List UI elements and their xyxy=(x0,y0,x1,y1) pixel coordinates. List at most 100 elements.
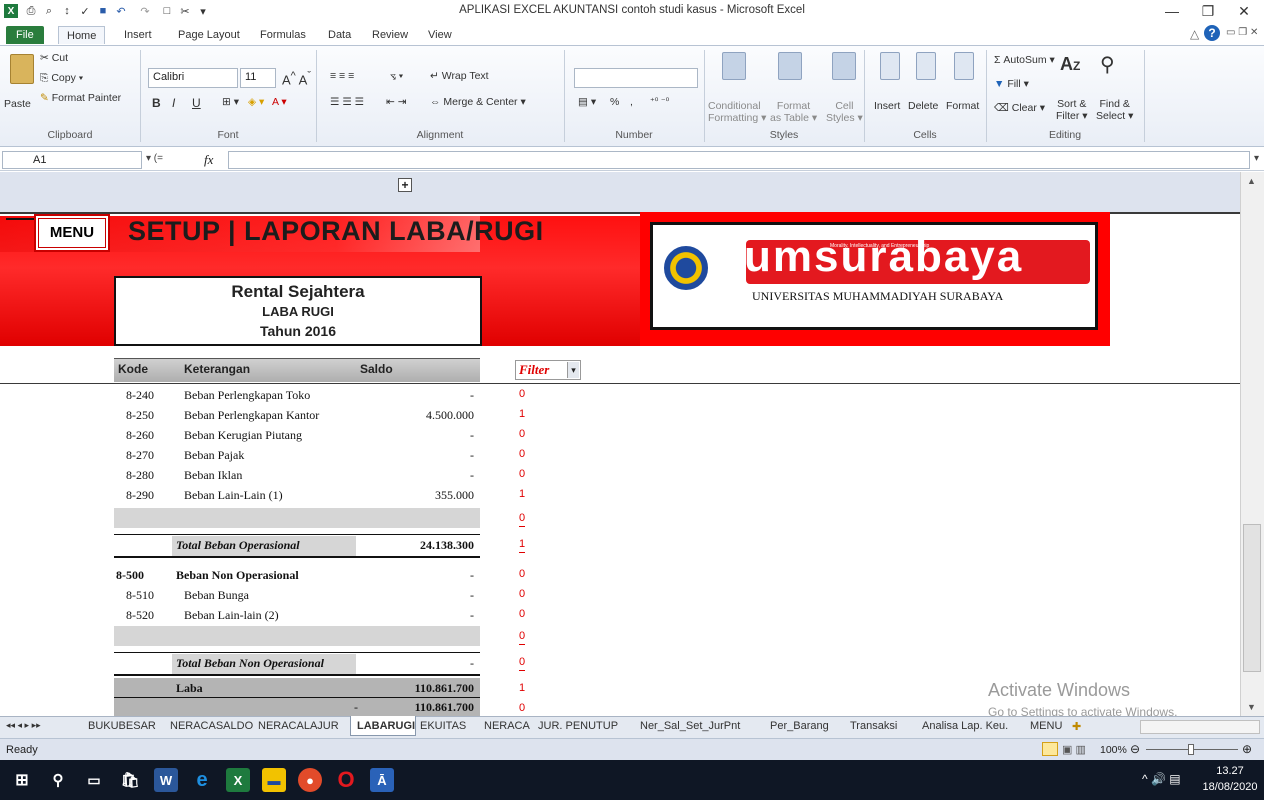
windows-start-icon[interactable]: ⊞ xyxy=(10,768,34,792)
store-icon[interactable]: 🛍 xyxy=(118,768,142,792)
sort-filter-button[interactable]: Sort & Filter ▾ xyxy=(1056,98,1088,122)
horizontal-scrollbar[interactable] xyxy=(1140,720,1260,734)
opera-icon[interactable]: O xyxy=(334,767,358,792)
format-table-icon[interactable] xyxy=(778,52,802,80)
expand-group-button[interactable]: + xyxy=(398,178,412,192)
name-box[interactable]: A1 xyxy=(2,151,142,169)
zoom-in-icon[interactable]: ⊕ xyxy=(1242,742,1252,756)
sheet-tab-transaksi[interactable]: Transaksi xyxy=(850,720,897,736)
tab-page-layout[interactable]: Page Layout xyxy=(170,26,248,44)
find-select-button[interactable]: Find & Select ▾ xyxy=(1096,98,1133,122)
delete-cells-button[interactable]: Delete xyxy=(908,100,938,112)
insert-sheet-icon[interactable]: ✚ xyxy=(1072,720,1081,736)
zoom-out-icon[interactable]: ⊖ xyxy=(1130,742,1140,756)
copy-button[interactable]: ⎘ Copy ▾ xyxy=(40,72,83,85)
sheet-tab-neraca[interactable]: NERACA xyxy=(484,720,530,736)
tab-formulas[interactable]: Formulas xyxy=(252,26,314,44)
vertical-scrollbar[interactable]: ▲ ▼ xyxy=(1240,172,1264,716)
filter-dropdown-icon[interactable]: ▾ xyxy=(567,362,579,378)
app-icon[interactable]: Ā xyxy=(370,768,394,792)
edge-icon[interactable]: e xyxy=(190,768,214,792)
tab-home[interactable]: Home xyxy=(58,26,106,44)
clear-button[interactable]: ⌫ Clear ▾ xyxy=(994,102,1045,114)
word-icon[interactable]: W xyxy=(154,768,178,792)
grow-font-icon[interactable]: A^ Aˇ xyxy=(282,70,311,87)
tab-data[interactable]: Data xyxy=(320,26,359,44)
restore-button[interactable]: ❐ xyxy=(1190,0,1226,22)
scroll-thumb[interactable] xyxy=(1243,524,1261,672)
cut-button[interactable]: ✂ Cut xyxy=(40,52,68,64)
conditional-formatting-button[interactable]: Conditional Formatting ▾ xyxy=(708,100,766,124)
format-as-table-button[interactable]: Format as Table ▾ xyxy=(770,100,817,124)
bold-button[interactable]: B xyxy=(152,96,161,110)
decimal-icon[interactable]: ⁺⁰ ⁻⁰ xyxy=(650,96,669,107)
format-cells-icon[interactable] xyxy=(954,52,974,80)
format-painter-button[interactable]: ✎ Format Painter xyxy=(40,92,121,104)
sheet-tab-analisa[interactable]: Analisa Lap. Keu. xyxy=(922,720,1008,736)
tab-view[interactable]: View xyxy=(420,26,460,44)
autosum-button[interactable]: Σ AutoSum ▾ xyxy=(994,54,1055,66)
sheet-tab-neracalajur[interactable]: NERACALAJUR xyxy=(258,720,339,736)
normal-view-icon[interactable] xyxy=(1042,742,1058,756)
clock-date[interactable]: 18/08/2020 xyxy=(1200,781,1260,793)
fill-button[interactable]: ▼ Fill ▾ xyxy=(994,78,1029,90)
zoom-slider-thumb[interactable] xyxy=(1188,744,1194,755)
expand-formula-bar-icon[interactable]: ▾ xyxy=(1254,153,1259,164)
menu-button[interactable]: MENU xyxy=(38,218,106,248)
sheet-tab-ekuitas[interactable]: EKUITAS xyxy=(420,720,466,736)
clock-time[interactable]: 13.27 xyxy=(1200,765,1260,777)
font-name-select[interactable]: Calibri xyxy=(148,68,238,88)
comma-button[interactable]: , xyxy=(630,96,633,108)
sheet-tab-per-barang[interactable]: Per_Barang xyxy=(770,720,829,736)
conditional-formatting-icon[interactable] xyxy=(722,52,746,80)
minimize-ribbon-icon[interactable]: △ xyxy=(1190,27,1199,41)
page-layout-view-icon[interactable]: ▣ ▥ xyxy=(1062,743,1086,756)
worksheet[interactable]: + MENU SETUP | LAPORAN LABA/RUGI Rental … xyxy=(0,172,1240,716)
insert-cells-button[interactable]: Insert xyxy=(874,100,900,112)
sheet-tab-jur-penutup[interactable]: JUR. PENUTUP xyxy=(538,720,618,736)
zoom-level[interactable]: 100% xyxy=(1100,744,1127,756)
sheet-tab-labarugi[interactable]: LABARUGI xyxy=(357,720,415,736)
insert-cells-icon[interactable] xyxy=(880,52,900,80)
cell-styles-icon[interactable] xyxy=(832,52,856,80)
currency-icon[interactable]: ▤ ▾ xyxy=(578,96,596,108)
format-cells-button[interactable]: Format xyxy=(946,100,979,112)
paste-button[interactable]: Paste xyxy=(4,98,31,110)
italic-button[interactable]: I xyxy=(172,96,175,110)
indent-icon[interactable]: ⇤ ⇥ xyxy=(386,96,407,108)
tab-insert[interactable]: Insert xyxy=(116,26,160,44)
scroll-down-icon[interactable]: ▼ xyxy=(1247,702,1256,712)
binoculars-icon[interactable]: ⚲ xyxy=(1100,52,1115,77)
workbook-window-controls-icon[interactable]: ▭ ❐ ✕ xyxy=(1226,27,1258,38)
border-icon[interactable]: ⊞ ▾ xyxy=(222,96,239,108)
number-format-select[interactable] xyxy=(574,68,698,88)
tab-file[interactable]: File xyxy=(6,26,44,44)
help-icon[interactable]: ? xyxy=(1204,25,1220,41)
minimize-button[interactable]: — xyxy=(1154,0,1190,22)
orientation-icon[interactable]: ⦪ ▾ xyxy=(390,70,403,83)
name-box-dropdown-icon[interactable]: ▾ (= xyxy=(146,153,163,164)
chrome-icon[interactable]: ● xyxy=(298,768,322,792)
sheet-tab-ner-sal-set[interactable]: Ner_Sal_Set_JurPnt xyxy=(640,720,740,736)
left-align-icon[interactable]: ☰ ☰ ☰ xyxy=(330,96,364,108)
top-align-icon[interactable]: ≡ ≡ ≡ xyxy=(330,70,354,82)
tab-review[interactable]: Review xyxy=(364,26,416,44)
fill-color-icon[interactable]: ◈ ▾ xyxy=(248,96,264,108)
percent-button[interactable]: % xyxy=(610,96,619,108)
formula-input[interactable] xyxy=(228,151,1250,169)
sheet-tab-menu[interactable]: MENU xyxy=(1030,720,1062,736)
wrap-text-button[interactable]: ↵ Wrap Text xyxy=(430,70,489,82)
close-button[interactable]: ✕ xyxy=(1226,0,1262,22)
sheet-tab-bukubesar[interactable]: BUKUBESAR xyxy=(88,720,156,736)
underline-button[interactable]: U xyxy=(192,96,201,110)
cell-styles-button[interactable]: Cell Styles ▾ xyxy=(826,100,863,124)
merge-center-button[interactable]: ⇔ Merge & Center ▾ xyxy=(430,96,526,108)
font-color-icon[interactable]: A ▾ xyxy=(272,96,287,108)
sort-filter-icon[interactable]: AZ xyxy=(1060,54,1080,75)
search-icon[interactable]: ⚲ xyxy=(46,768,70,792)
paste-icon[interactable] xyxy=(10,54,34,84)
insert-function-icon[interactable]: fx xyxy=(204,152,213,168)
sheet-nav-icon[interactable]: ◂◂ ◂ ▸ ▸▸ xyxy=(6,720,41,736)
font-size-select[interactable]: 11 xyxy=(240,68,276,88)
delete-cells-icon[interactable] xyxy=(916,52,936,80)
